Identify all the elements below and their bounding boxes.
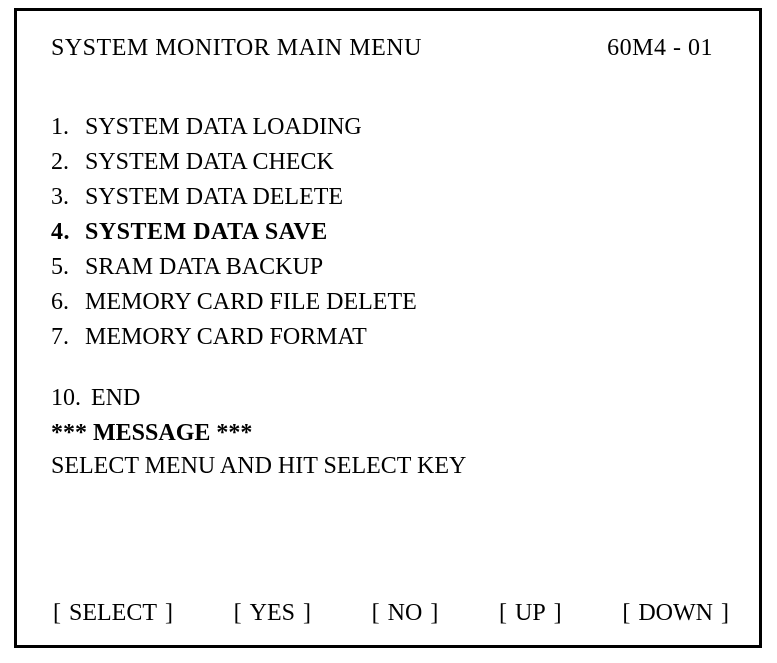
menu-item-number: 5. xyxy=(51,254,85,281)
menu-item-label: SYSTEM DATA CHECK xyxy=(85,149,334,176)
menu-item-label: END xyxy=(91,385,140,412)
softkey-label: DOWN xyxy=(636,600,715,626)
spacer xyxy=(51,480,731,596)
message-header: *** MESSAGE *** xyxy=(51,420,731,447)
main-menu-list: 1. SYSTEM DATA LOADING 2. SYSTEM DATA CH… xyxy=(51,114,731,359)
menu-item-label: SYSTEM DATA DELETE xyxy=(85,184,343,211)
menu-item-number: 3. xyxy=(51,184,85,211)
softkey-yes[interactable]: [ YES ] xyxy=(234,600,311,627)
softkey-label: UP xyxy=(513,600,548,626)
menu-item-number: 4. xyxy=(51,219,85,246)
softkey-no[interactable]: [ NO ] xyxy=(372,600,439,627)
softkey-label: SELECT xyxy=(67,600,159,626)
menu-item-system-data-check[interactable]: 2. SYSTEM DATA CHECK xyxy=(51,149,731,176)
header-row: SYSTEM MONITOR MAIN MENU 60M4 - 01 xyxy=(51,35,731,62)
menu-item-memory-card-format[interactable]: 7. MEMORY CARD FORMAT xyxy=(51,324,731,351)
menu-item-label: MEMORY CARD FORMAT xyxy=(85,324,367,351)
softkey-bar: [ SELECT ] [ YES ] [ NO ] [ UP ] [ DOWN … xyxy=(51,596,731,627)
softkey-label: YES xyxy=(248,600,297,626)
menu-item-system-data-loading[interactable]: 1. SYSTEM DATA LOADING xyxy=(51,114,731,141)
menu-item-number: 7. xyxy=(51,324,85,351)
menu-item-sram-data-backup[interactable]: 5. SRAM DATA BACKUP xyxy=(51,254,731,281)
menu-item-system-data-save[interactable]: 4. SYSTEM DATA SAVE xyxy=(51,219,731,246)
menu-item-number: 2. xyxy=(51,149,85,176)
message-text: SELECT MENU AND HIT SELECT KEY xyxy=(51,453,731,480)
softkey-down[interactable]: [ DOWN ] xyxy=(622,600,729,627)
softkey-up[interactable]: [ UP ] xyxy=(499,600,562,627)
menu-item-label: SYSTEM DATA LOADING xyxy=(85,114,362,141)
menu-item-label: SYSTEM DATA SAVE xyxy=(85,219,328,246)
menu-item-end[interactable]: 10. END xyxy=(51,385,731,412)
menu-item-memory-card-file-delete[interactable]: 6. MEMORY CARD FILE DELETE xyxy=(51,289,731,316)
menu-item-label: MEMORY CARD FILE DELETE xyxy=(85,289,417,316)
softkey-select[interactable]: [ SELECT ] xyxy=(53,600,173,627)
menu-item-label: SRAM DATA BACKUP xyxy=(85,254,323,281)
system-monitor-screen: SYSTEM MONITOR MAIN MENU 60M4 - 01 1. SY… xyxy=(14,8,762,648)
menu-item-number: 10. xyxy=(51,385,85,412)
softkey-label: NO xyxy=(386,600,425,626)
screen-title: SYSTEM MONITOR MAIN MENU xyxy=(51,35,422,62)
menu-item-number: 6. xyxy=(51,289,85,316)
menu-item-number: 1. xyxy=(51,114,85,141)
screen-id: 60M4 - 01 xyxy=(607,35,731,62)
menu-item-system-data-delete[interactable]: 3. SYSTEM DATA DELETE xyxy=(51,184,731,211)
